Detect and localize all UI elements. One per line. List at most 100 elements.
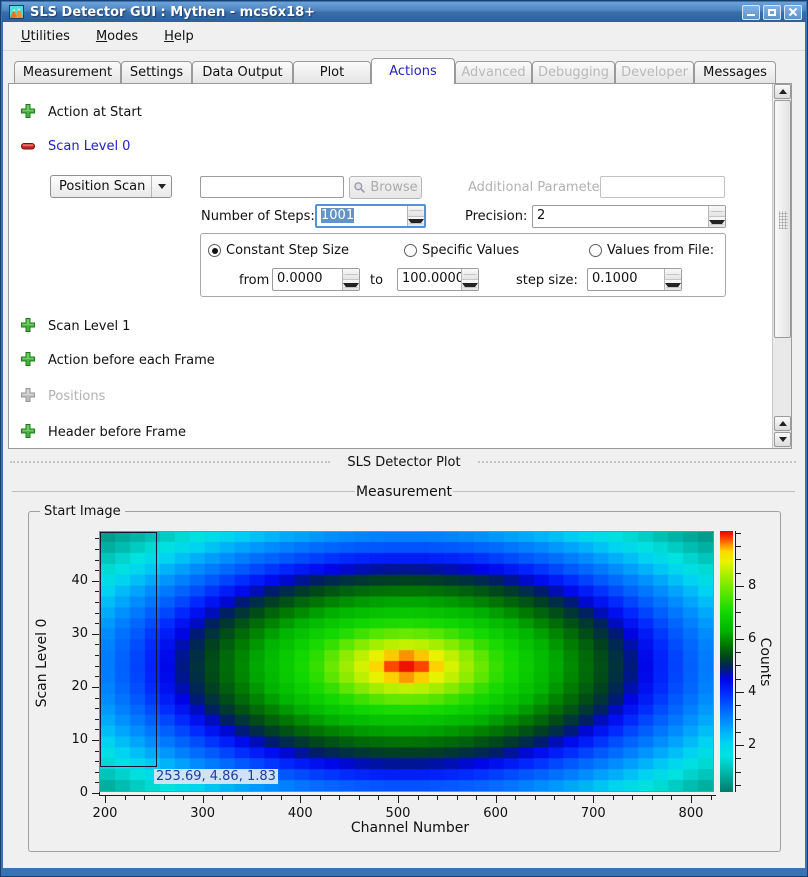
tick: [203, 796, 204, 803]
tick: [222, 796, 223, 800]
values-from-file-radio[interactable]: [589, 244, 602, 257]
zoom-selection-rect[interactable]: [100, 532, 157, 767]
scroll-up-button-2[interactable]: [774, 416, 791, 431]
values-from-file-label[interactable]: Values from File:: [607, 243, 714, 258]
app-icon: [9, 5, 24, 19]
tick-label: 4: [748, 684, 756, 699]
constant-step-size-label[interactable]: Constant Step Size: [226, 243, 349, 258]
tick: [736, 665, 741, 666]
spin-down-button[interactable]: [408, 217, 424, 227]
scroll-up-button[interactable]: [774, 84, 791, 99]
spin-down-button[interactable]: [709, 217, 725, 227]
menu-help[interactable]: Help: [155, 26, 203, 47]
spin-up-button[interactable]: [408, 206, 424, 217]
tick: [671, 796, 672, 800]
tick: [736, 758, 741, 759]
tick: [736, 692, 744, 693]
tick: [418, 796, 419, 800]
tab-measurement[interactable]: Measurement: [14, 61, 121, 83]
tick: [92, 581, 99, 582]
chevron-down-icon: [158, 184, 166, 189]
spin-up-button[interactable]: [709, 206, 725, 217]
tick: [574, 796, 575, 800]
browse-button-label: Browse: [370, 180, 417, 195]
tab-settings[interactable]: Settings: [121, 61, 192, 83]
tick: [183, 796, 184, 800]
tick: [515, 796, 516, 800]
tick-label: 6: [748, 631, 756, 646]
tick: [735, 531, 736, 792]
spin-up-button[interactable]: [665, 269, 681, 280]
tick-label: 700: [578, 806, 608, 821]
tick: [105, 796, 106, 803]
precision-value: 2: [533, 206, 708, 227]
tab-messages[interactable]: Messages: [694, 61, 776, 83]
maximize-button[interactable]: [763, 5, 781, 20]
spin-up-button[interactable]: [462, 269, 478, 280]
heatmap-plot[interactable]: [99, 531, 714, 792]
action-at-start-label[interactable]: Action at Start: [48, 105, 142, 120]
constant-step-size-radio[interactable]: [208, 244, 221, 257]
vertical-scrollbar[interactable]: [772, 84, 791, 448]
tick: [736, 599, 741, 600]
tick: [378, 796, 379, 800]
scrollbar-thumb[interactable]: [774, 100, 791, 338]
scroll-down-button[interactable]: [774, 432, 791, 447]
start-image-title: Start Image: [40, 504, 125, 519]
number-of-steps-spinner[interactable]: 1001: [315, 204, 426, 228]
action-before-each-frame-label[interactable]: Action before each Frame: [48, 353, 215, 368]
minimize-button[interactable]: [742, 5, 760, 20]
precision-spinner[interactable]: 2: [532, 205, 726, 228]
from-spinner[interactable]: 0.0000: [272, 268, 360, 291]
plus-icon[interactable]: [20, 351, 36, 367]
plus-icon[interactable]: [20, 423, 36, 439]
tab-actions[interactable]: Actions: [371, 58, 455, 84]
thumb-grip: [779, 211, 788, 229]
tick: [736, 652, 741, 653]
scan-script-input[interactable]: [200, 176, 344, 198]
tab-advanced: Advanced: [455, 61, 532, 83]
spin-down-button[interactable]: [343, 280, 359, 290]
step-size-spinner[interactable]: 0.1000: [587, 268, 682, 291]
tick: [92, 634, 99, 635]
title-bar[interactable]: SLS Detector GUI : Mythen - mcs6x18+: [2, 2, 806, 22]
menu-modes[interactable]: Modes: [87, 26, 147, 47]
minus-icon[interactable]: [20, 138, 36, 154]
tab-data-output[interactable]: Data Output: [192, 61, 293, 83]
specific-values-radio[interactable]: [404, 244, 417, 257]
step-size-label: step size:: [516, 273, 578, 288]
scan-mode-select[interactable]: Position Scan: [50, 175, 172, 198]
scan-level-1-label[interactable]: Scan Level 1: [48, 319, 130, 334]
tab-plot[interactable]: Plot: [293, 61, 371, 83]
tick: [437, 796, 438, 800]
header-before-frame-label[interactable]: Header before Frame: [48, 425, 186, 440]
spin-down-button[interactable]: [665, 280, 681, 290]
menu-utilities[interactable]: Utilities: [12, 26, 79, 47]
to-spinner[interactable]: 100.0000: [397, 268, 479, 291]
plus-icon[interactable]: [20, 103, 36, 119]
combo-arrow[interactable]: [151, 176, 171, 197]
spin-up-button[interactable]: [343, 269, 359, 280]
arrow-up-icon: [779, 421, 787, 426]
colorbar: [720, 531, 733, 792]
tick-label: 2: [748, 737, 756, 752]
number-of-steps-value: 1001: [321, 208, 354, 223]
tick: [320, 796, 321, 800]
spin-down-button[interactable]: [462, 280, 478, 290]
plus-icon[interactable]: [20, 317, 36, 333]
tick: [99, 795, 716, 796]
precision-label: Precision:: [465, 209, 527, 224]
number-of-steps-label: Number of Steps:: [201, 209, 315, 224]
close-button[interactable]: [784, 5, 802, 20]
tick: [125, 796, 126, 800]
scan-mode-value: Position Scan: [51, 179, 151, 194]
tick: [300, 796, 301, 803]
tick: [261, 796, 262, 800]
window-title: SLS Detector GUI : Mythen - mcs6x18+: [30, 5, 739, 20]
tick-label: 30: [55, 626, 88, 641]
tick: [476, 796, 477, 800]
splitter-label: SLS Detector Plot: [0, 455, 808, 470]
scan-level-0-label[interactable]: Scan Level 0: [48, 139, 130, 154]
tick: [92, 687, 99, 688]
specific-values-label[interactable]: Specific Values: [422, 243, 519, 258]
